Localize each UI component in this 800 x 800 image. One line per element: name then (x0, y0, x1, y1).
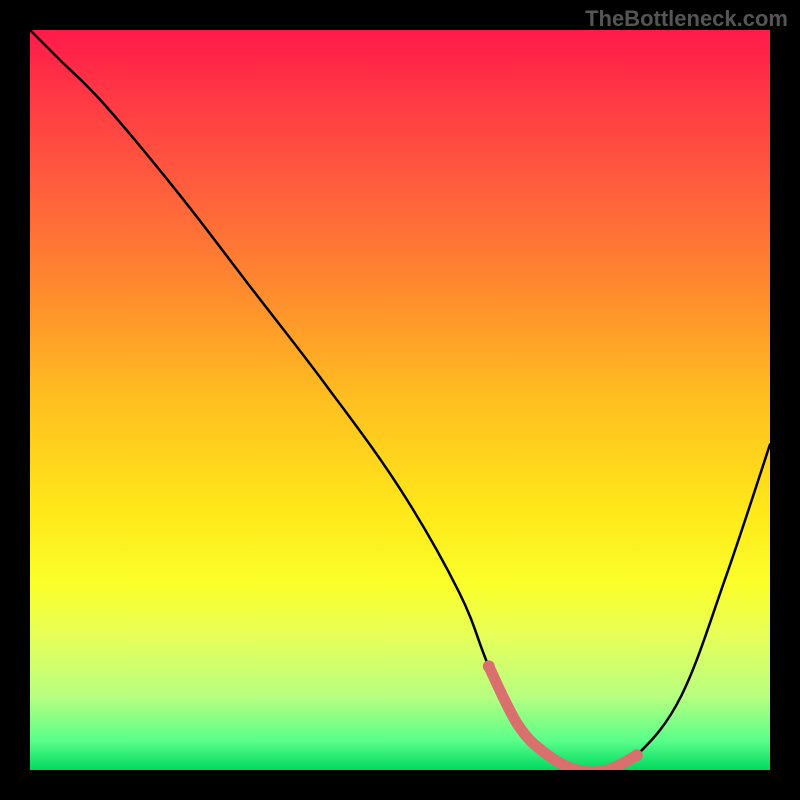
optimal-segment-highlight (489, 666, 637, 770)
optimal-segment-start-dot (483, 660, 495, 672)
watermark-label: TheBottleneck.com (585, 6, 788, 32)
bottleneck-curve-line (30, 30, 770, 770)
chart-svg (30, 30, 770, 770)
chart-plot-area (30, 30, 770, 770)
optimal-segment-end-dot (631, 749, 643, 761)
